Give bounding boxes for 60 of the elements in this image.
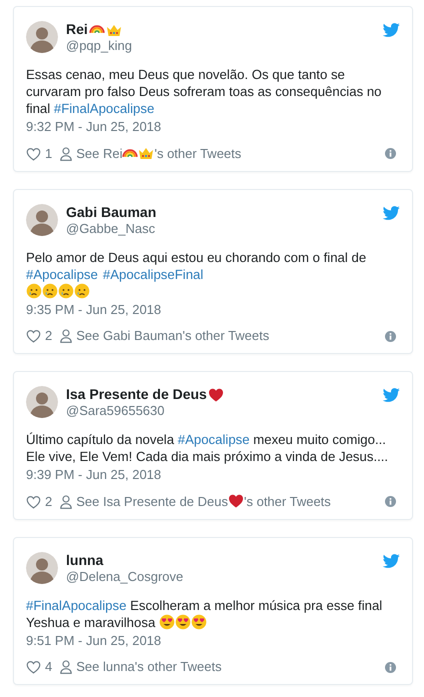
avatar[interactable] bbox=[26, 21, 58, 53]
crying-face-icon bbox=[26, 283, 42, 299]
user-handle[interactable]: @Gabbe_Nasc bbox=[66, 221, 156, 237]
bird-icon[interactable] bbox=[382, 21, 400, 39]
user-handle[interactable]: @Delena_Cosgrove bbox=[66, 569, 184, 585]
like-button[interactable]: 2 bbox=[26, 494, 52, 510]
like-button[interactable]: 4 bbox=[26, 659, 52, 675]
info-icon[interactable] bbox=[385, 148, 396, 159]
tweet-text: Pelo amor de Deus aqui estou eu chorando com o final de #Apocalipse #ApocalipseFinal bbox=[26, 249, 400, 300]
avatar[interactable] bbox=[26, 552, 58, 584]
other-tweets-link[interactable]: See Isa Presente de Deus 's other Tweets bbox=[60, 493, 331, 510]
tweet-timestamp[interactable]: 9:32 PM - Jun 25, 2018 bbox=[26, 119, 162, 135]
hashtag-link[interactable]: #Apocalipse bbox=[178, 432, 250, 447]
heart-outline-icon bbox=[26, 494, 41, 508]
user-name[interactable]: Isa Presente de Deus bbox=[66, 386, 224, 403]
hashtag-link[interactable]: #FinalApocalipse bbox=[54, 101, 154, 116]
heart-eyes-face-icon bbox=[190, 614, 207, 630]
bird-icon[interactable] bbox=[382, 204, 400, 222]
crying-face-icon bbox=[74, 283, 90, 299]
heart-outline-icon bbox=[26, 660, 41, 674]
heart-icon bbox=[208, 386, 224, 402]
person-icon bbox=[60, 329, 72, 343]
tweet-text: #FinalApocalipse Escolheram a melhor música pra esse final Yeshua e maravilhosa bbox=[26, 597, 384, 631]
crying-face-icon bbox=[58, 283, 74, 299]
tweet-timestamp[interactable]: 9:39 PM - Jun 25, 2018 bbox=[26, 467, 162, 483]
user-handle[interactable]: @Sara59655630 bbox=[66, 403, 164, 419]
rainbow-icon bbox=[122, 149, 138, 158]
avatar[interactable] bbox=[26, 386, 58, 418]
info-icon[interactable] bbox=[385, 662, 396, 672]
user-handle[interactable]: @pqp_king bbox=[66, 38, 132, 54]
info-icon[interactable] bbox=[385, 496, 396, 507]
heart-outline-icon bbox=[26, 329, 41, 343]
user-name[interactable]: Rei bbox=[66, 21, 122, 38]
other-tweets-link[interactable]: See Gabi Bauman's other Tweets bbox=[60, 328, 270, 344]
person-icon bbox=[60, 494, 72, 508]
heart-eyes-face-icon bbox=[174, 614, 191, 630]
user-name[interactable]: Gabi Bauman bbox=[66, 204, 156, 221]
like-button[interactable]: 2 bbox=[26, 328, 52, 344]
hashtag-link[interactable]: #Apocalipse bbox=[26, 267, 98, 282]
avatar[interactable] bbox=[26, 204, 58, 236]
info-icon[interactable] bbox=[385, 330, 396, 342]
hashtag-link[interactable]: #ApocalipseFinal bbox=[102, 267, 204, 282]
tweet-timestamp[interactable]: 9:35 PM - Jun 25, 2018 bbox=[26, 302, 162, 318]
like-button[interactable]: 1 bbox=[26, 146, 52, 162]
bird-icon[interactable] bbox=[382, 386, 400, 404]
heart-outline-icon bbox=[26, 146, 41, 160]
rainbow-icon bbox=[88, 25, 105, 34]
person-icon bbox=[60, 146, 72, 160]
tweet-text: Último capítulo da novela #Apocalipse mexeu muito comigo... Ele vive, Ele Vem! Cada dia mais próximo a vinda de Jesus.... bbox=[26, 431, 390, 465]
tweet-text: Essas cenao, meu Deus que novelão. Os que tanto se curvaram pro falso Deus sofreram toas as consequências no final #FinalApocalipse bbox=[26, 66, 383, 117]
heart-eyes-face-icon bbox=[158, 614, 175, 630]
person-icon bbox=[60, 660, 72, 674]
user-name[interactable]: lunna bbox=[66, 552, 104, 569]
other-tweets-link[interactable]: See Rei 's other Tweets bbox=[60, 145, 242, 162]
crying-face-icon bbox=[42, 283, 58, 299]
hashtag-link[interactable]: #FinalApocalipse bbox=[26, 598, 126, 613]
bird-icon[interactable] bbox=[382, 552, 400, 570]
other-tweets-link[interactable]: See lunna's other Tweets bbox=[60, 659, 222, 675]
tweet-timestamp[interactable]: 9:51 PM - Jun 25, 2018 bbox=[26, 633, 162, 649]
heart-icon bbox=[228, 493, 244, 509]
